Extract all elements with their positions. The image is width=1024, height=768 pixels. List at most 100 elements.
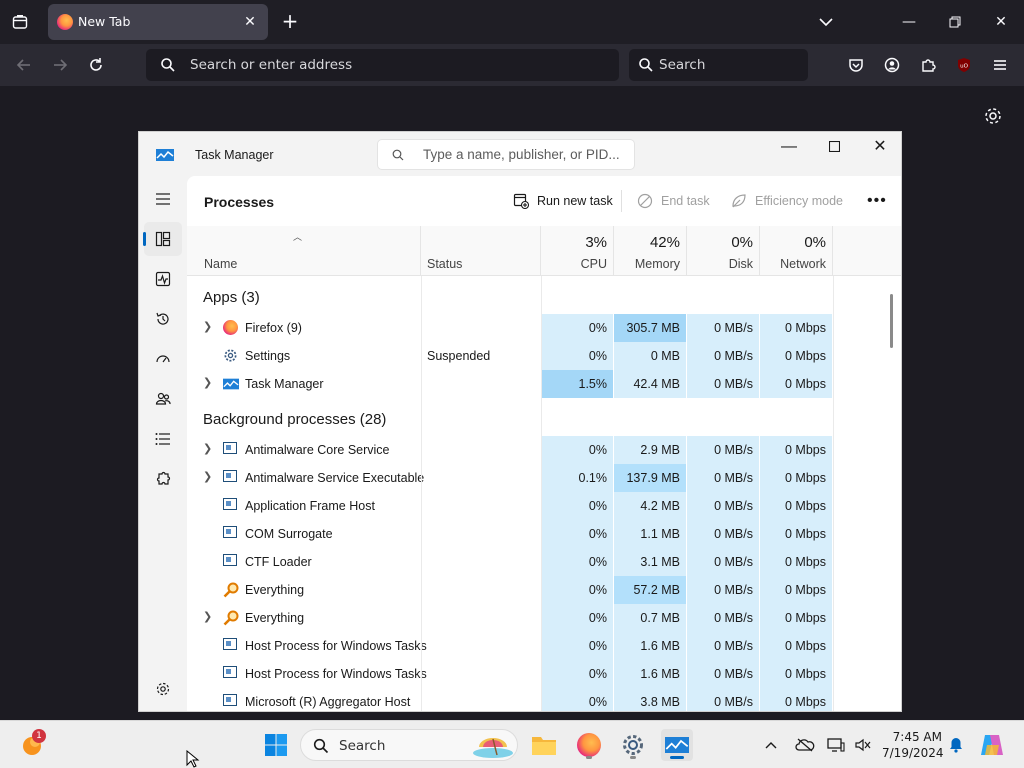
system-clock[interactable]: 7:45 AM 7/19/2024 — [882, 729, 944, 761]
newtab-settings-gear-icon[interactable] — [982, 105, 1004, 127]
web-search-bar[interactable]: Search — [629, 49, 808, 81]
search-highlight-beach-icon — [473, 738, 513, 758]
services-nav-icon[interactable] — [144, 462, 182, 496]
tab-new-tab[interactable]: New Tab ✕ — [48, 4, 268, 40]
run-new-task-button[interactable]: Run new task — [513, 193, 613, 209]
table-row[interactable]: COM Surrogate 0% 1.1 MB 0 MB/s 0 Mbps — [187, 520, 887, 548]
new-tab-plus-icon[interactable]: + — [278, 10, 302, 34]
network-display-icon[interactable] — [822, 729, 850, 761]
memory-cell: 4.2 MB — [614, 492, 686, 520]
processes-nav-icon[interactable] — [143, 222, 182, 256]
minimize-icon[interactable]: — — [894, 10, 924, 34]
table-row[interactable]: ❯ Antimalware Core Service 0% 2.9 MB 0 M… — [187, 436, 887, 464]
tm-settings-gear-icon[interactable] — [144, 672, 182, 706]
expand-chevron-icon[interactable]: ❯ — [203, 470, 212, 483]
start-windows-icon[interactable] — [260, 729, 292, 761]
table-row[interactable]: Everything 0% 57.2 MB 0 MB/s 0 Mbps — [187, 576, 887, 604]
end-task-button[interactable]: End task — [637, 193, 710, 209]
app-history-nav-icon[interactable] — [144, 302, 182, 336]
restore-icon[interactable] — [940, 10, 970, 34]
details-nav-icon[interactable] — [144, 422, 182, 456]
account-icon[interactable] — [880, 53, 904, 77]
vertical-scrollbar-thumb[interactable] — [890, 294, 893, 348]
hamburger-menu-icon[interactable] — [988, 53, 1012, 77]
table-row[interactable]: Application Frame Host 0% 4.2 MB 0 MB/s … — [187, 492, 887, 520]
more-options-icon[interactable]: ••• — [867, 192, 887, 210]
memory-cell: 1.6 MB — [614, 632, 686, 660]
list-all-tabs-chevron-icon[interactable] — [814, 12, 838, 32]
reload-icon[interactable] — [84, 53, 108, 77]
network-cell: 0 Mbps — [760, 548, 832, 576]
onedrive-offline-icon[interactable] — [791, 729, 819, 761]
background-group-header: Background processes (28) — [203, 411, 387, 428]
cpu-column-header[interactable]: 3% CPU — [541, 226, 614, 276]
navigation-menu-icon[interactable] — [144, 182, 182, 216]
network-cell: 0 Mbps — [760, 464, 832, 492]
process-search-placeholder: Type a name, publisher, or PID... — [423, 147, 620, 162]
notification-bell-icon[interactable] — [942, 729, 970, 761]
startup-apps-nav-icon[interactable] — [144, 342, 182, 376]
taskbar-firefox-icon[interactable] — [573, 729, 605, 761]
firefox-view-icon[interactable] — [8, 10, 32, 34]
taskbar-search-box[interactable]: Search — [300, 729, 518, 761]
disk-cell: 0 MB/s — [687, 370, 759, 398]
memory-column-header[interactable]: 42% Memory — [614, 226, 687, 276]
pocket-icon[interactable] — [844, 53, 868, 77]
close-window-icon[interactable]: ✕ — [986, 10, 1016, 34]
table-row[interactable]: ❯ Firefox (9) 0% 305.7 MB 0 MB/s 0 Mbps — [187, 314, 887, 342]
table-row[interactable]: Host Process for Windows Tasks 0% 1.6 MB… — [187, 632, 887, 660]
status-column-header[interactable]: Status — [421, 226, 541, 276]
table-row[interactable]: ❯ Everything 0% 0.7 MB 0 MB/s 0 Mbps — [187, 604, 887, 632]
forward-arrow-icon[interactable] — [48, 53, 72, 77]
disk-cell: 0 MB/s — [687, 464, 759, 492]
cpu-cell: 0% — [541, 436, 613, 464]
table-row[interactable]: ❯ Task Manager 1.5% 42.4 MB 0 MB/s 0 Mbp… — [187, 370, 887, 398]
show-hidden-icons-chevron[interactable] — [757, 729, 785, 761]
users-nav-icon[interactable] — [144, 382, 182, 416]
extensions-puzzle-icon[interactable] — [916, 53, 940, 77]
cpu-cell: 0% — [541, 660, 613, 688]
disk-cell: 0 MB/s — [687, 436, 759, 464]
table-row[interactable]: CTF Loader 0% 3.1 MB 0 MB/s 0 Mbps — [187, 548, 887, 576]
process-name: Firefox (9) — [245, 321, 302, 335]
expand-chevron-icon[interactable]: ❯ — [203, 610, 212, 623]
taskbar-task-manager-icon[interactable] — [661, 729, 693, 761]
windows-process-icon — [223, 526, 239, 542]
tm-minimize-icon[interactable]: — — [774, 136, 804, 158]
clock-time: 7:45 AM — [892, 730, 942, 744]
run-new-task-label: Run new task — [537, 194, 613, 208]
ublock-origin-icon[interactable]: uO — [952, 53, 976, 77]
tm-maximize-icon[interactable] — [819, 136, 849, 158]
copilot-icon[interactable] — [976, 729, 1008, 761]
table-row[interactable]: Settings Suspended 0% 0 MB 0 MB/s 0 Mbps — [187, 342, 887, 370]
widgets-weather-icon[interactable]: 1 — [16, 729, 48, 761]
back-arrow-icon[interactable] — [12, 53, 36, 77]
process-name: COM Surrogate — [245, 527, 333, 541]
clock-date: 7/19/2024 — [882, 746, 944, 760]
table-row[interactable]: ❯ Antimalware Service Executable 0.1% 13… — [187, 464, 887, 492]
leaf-icon — [732, 194, 746, 208]
expand-chevron-icon[interactable]: ❯ — [203, 376, 212, 389]
network-cell: 0 Mbps — [760, 632, 832, 660]
efficiency-mode-button[interactable]: Efficiency mode — [731, 193, 843, 209]
table-row[interactable]: Host Process for Windows Tasks 0% 1.6 MB… — [187, 660, 887, 688]
process-search-input[interactable]: Type a name, publisher, or PID... — [377, 139, 635, 170]
volume-muted-icon[interactable] — [849, 729, 877, 761]
table-row[interactable]: Microsoft (R) Aggregator Host 0% 3.8 MB … — [187, 688, 887, 711]
name-column-header[interactable]: ︿ Name — [187, 226, 421, 276]
taskbar-settings-gear-icon[interactable] — [617, 729, 649, 761]
expand-chevron-icon[interactable]: ❯ — [203, 320, 212, 333]
running-indicator — [630, 756, 636, 759]
expand-chevron-icon[interactable]: ❯ — [203, 442, 212, 455]
tm-close-icon[interactable]: ✕ — [865, 136, 895, 158]
cpu-cell: 0% — [541, 520, 613, 548]
performance-nav-icon[interactable] — [144, 262, 182, 296]
network-cell: 0 Mbps — [760, 660, 832, 688]
address-bar[interactable]: Search or enter address — [146, 49, 619, 81]
file-explorer-folder-icon[interactable] — [528, 729, 560, 761]
disk-column-header[interactable]: 0% Disk — [687, 226, 760, 276]
task-manager-titlebar[interactable]: Task Manager Type a name, publisher, or … — [139, 132, 901, 176]
close-tab-icon[interactable]: ✕ — [240, 12, 260, 32]
network-cell: 0 Mbps — [760, 436, 832, 464]
network-column-header[interactable]: 0% Network — [760, 226, 833, 276]
